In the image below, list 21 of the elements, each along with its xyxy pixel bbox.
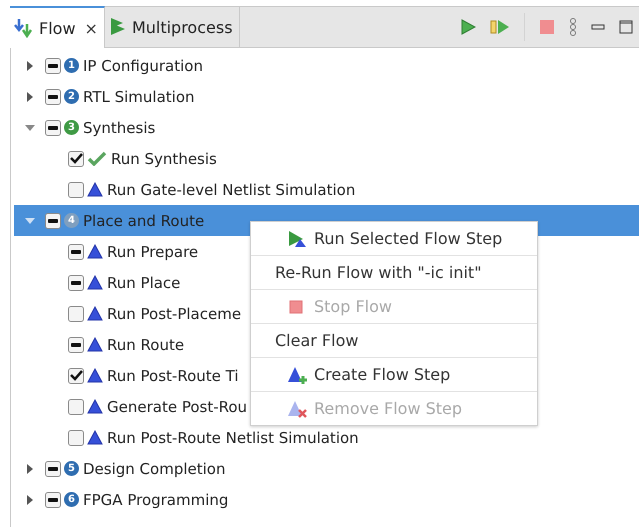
tree-label: Place and Route: [83, 212, 204, 230]
step-number-badge: 1: [64, 58, 79, 73]
step-number-badge: 3: [64, 120, 79, 135]
tree-label: Run Route: [107, 336, 184, 354]
tree-label: Run Place: [107, 274, 180, 292]
step-number-badge: 2: [64, 89, 79, 104]
step-number-badge: 4: [64, 213, 79, 228]
tree-label: IP Configuration: [83, 56, 203, 74]
tree-label: Run Post-Route Ti: [107, 366, 239, 384]
tree-label: Run Prepare: [107, 242, 198, 260]
tree-label: Generate Post-Rou: [107, 398, 248, 416]
step-number-badge: 5: [64, 461, 79, 476]
tree-label: Run Synthesis: [111, 150, 217, 168]
tree-label: Run Post-Route Netlist Simulation: [107, 428, 359, 446]
tree-label: Run Gate-level Netlist Simulation: [107, 180, 356, 198]
step-number-badge: 6: [64, 492, 79, 507]
tree-label: RTL Simulation: [83, 88, 195, 106]
tree-label: Run Post-Placeme: [107, 304, 242, 322]
tree-label: Synthesis: [83, 118, 156, 136]
tree-label: Design Completion: [83, 460, 226, 478]
tree-label: FPGA Programming: [83, 490, 228, 508]
